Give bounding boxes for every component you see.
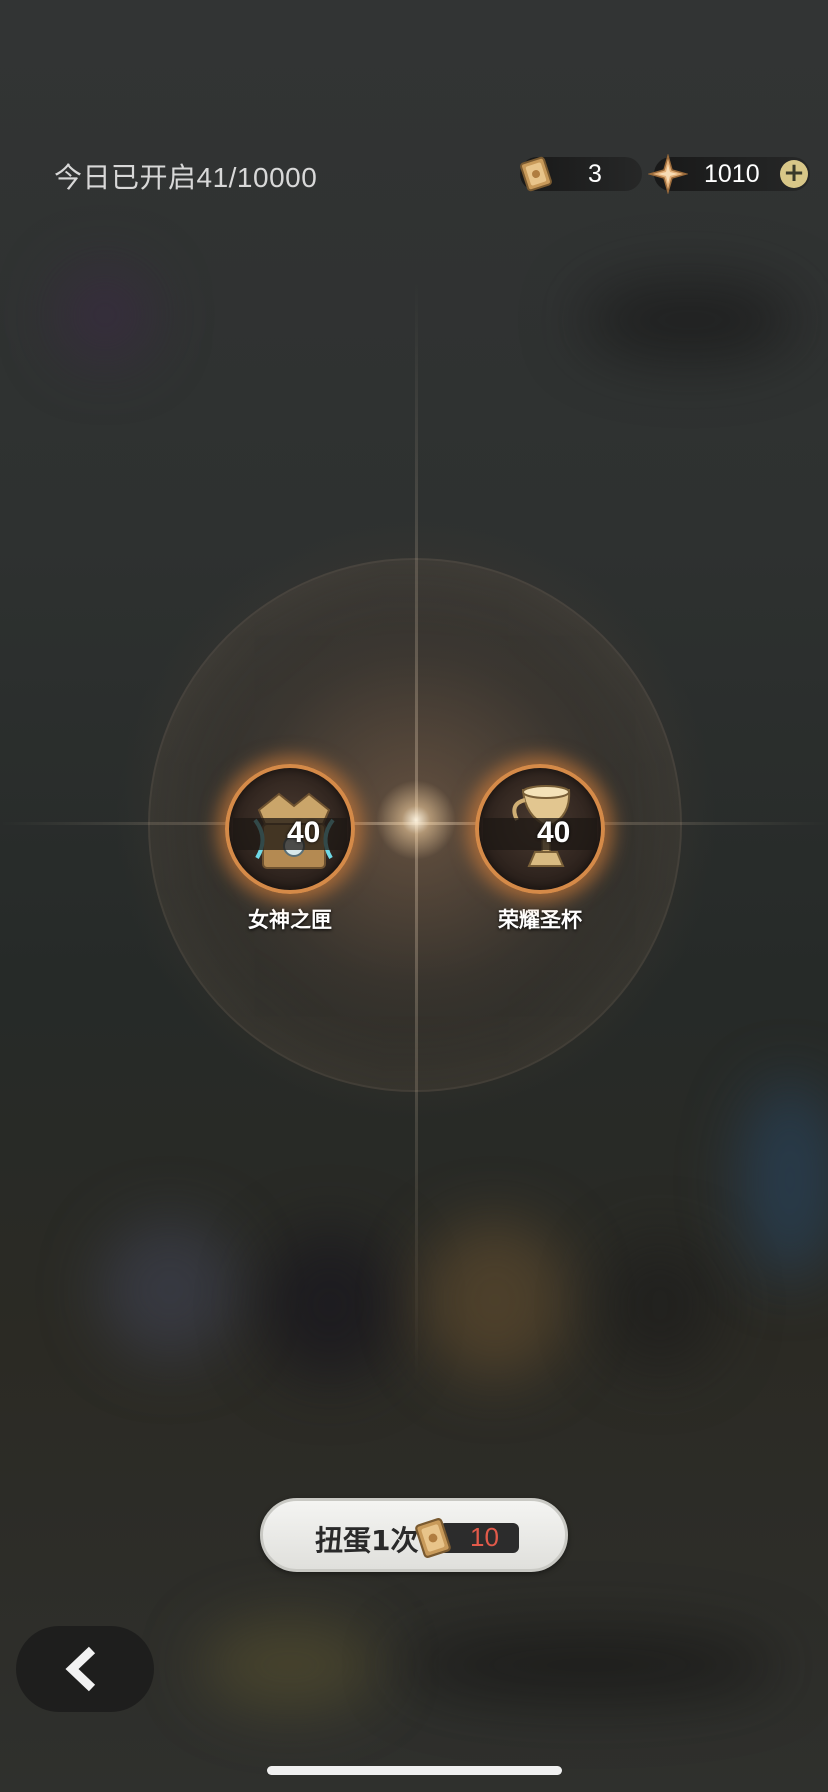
ticket-count: 3 (588, 160, 602, 188)
ticket-card-icon (520, 156, 552, 192)
background-blur (200, 1620, 380, 1710)
reward-count: 40 (537, 816, 571, 849)
ticket-card-icon (415, 1518, 451, 1558)
background-blur (600, 1240, 720, 1370)
plus-icon: + (783, 158, 805, 188)
reward-medal: 40 (475, 764, 605, 894)
background-blur (740, 1080, 828, 1280)
chevron-left-icon (65, 1646, 96, 1692)
draw-cost: 10 (470, 1522, 499, 1552)
daily-open-count: 今日已开启41/10000 (54, 162, 318, 193)
reward-item[interactable]: 40 女神之匣 (220, 764, 360, 934)
reward-name: 荣耀圣杯 (498, 908, 582, 932)
star-flare (376, 780, 456, 860)
draw-button-label: 扭蛋1次 (315, 1524, 419, 1557)
background-blur (260, 1230, 400, 1380)
reward-name: 女神之匣 (248, 908, 332, 932)
background-blur (420, 1220, 570, 1380)
home-indicator[interactable] (267, 1766, 562, 1775)
draw-once-button[interactable]: 扭蛋1次 10 (260, 1498, 568, 1572)
star-crystal-icon (648, 154, 688, 194)
add-crystal-button[interactable]: + (780, 160, 808, 188)
background-blur (100, 1220, 240, 1360)
crystal-count: 1010 (704, 160, 760, 188)
reward-item[interactable]: 40 荣耀圣杯 (470, 764, 610, 934)
background-blur (400, 1630, 780, 1700)
reward-medal: 40 (225, 764, 355, 894)
back-button[interactable] (16, 1626, 154, 1712)
background-blur (580, 280, 800, 360)
background-blur (60, 270, 150, 360)
reward-count: 40 (287, 816, 321, 849)
